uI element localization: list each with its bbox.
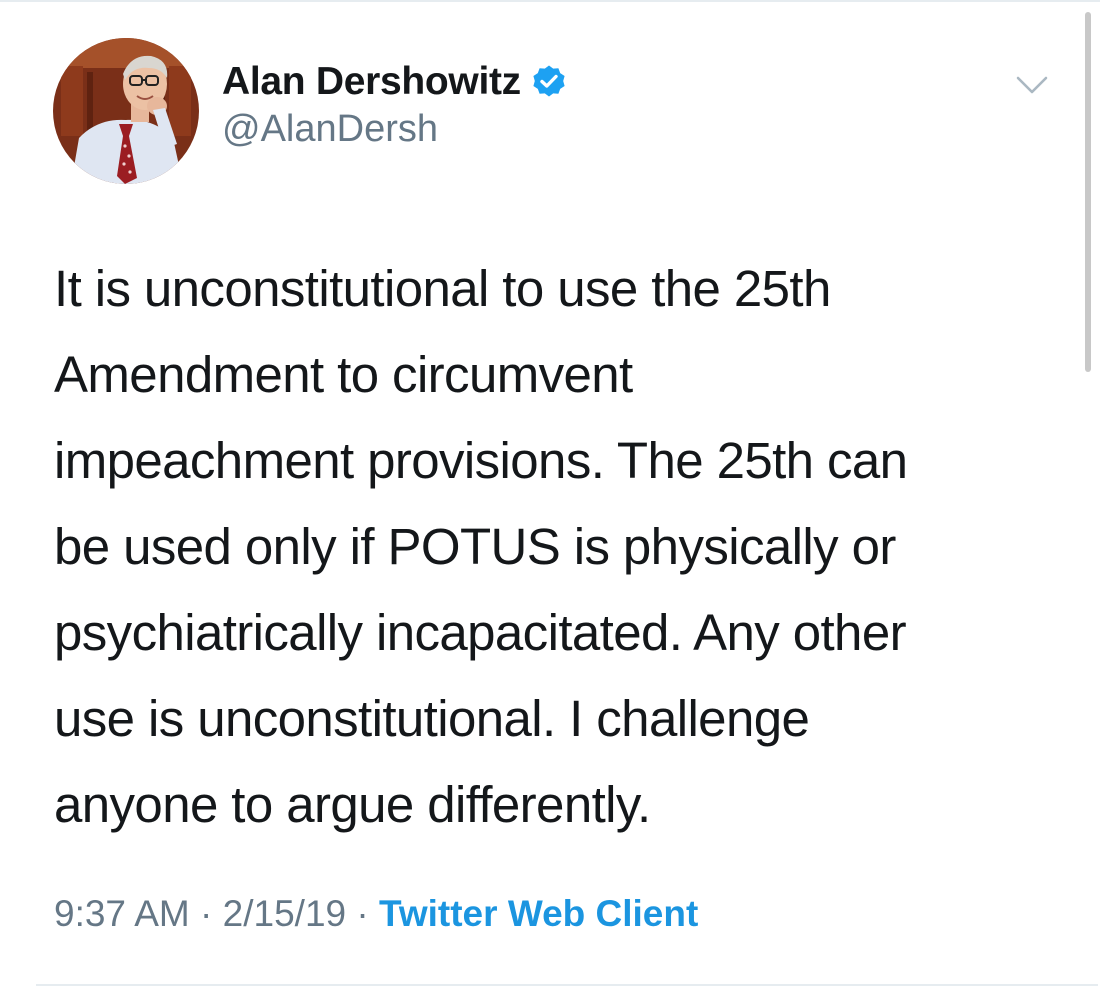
tweet-date[interactable]: 2/15/19 — [223, 893, 346, 934]
meta-separator: · — [189, 893, 223, 934]
scrollbar[interactable] — [1085, 12, 1091, 372]
chevron-down-icon[interactable] — [1012, 70, 1052, 100]
tweet-text-line: Amendment to circumvent — [54, 346, 633, 403]
tweet-text-line: psychiatrically incapacitated. Any other — [54, 604, 907, 661]
tweet-source-link[interactable]: Twitter Web Client — [379, 893, 698, 934]
author-display-name[interactable]: Alan Dershowitz — [222, 60, 521, 104]
meta-separator: · — [346, 893, 379, 934]
verified-badge-icon — [531, 64, 567, 100]
top-divider — [0, 0, 1100, 2]
tweet-text-line: impeachment provisions. The 25th can — [54, 432, 908, 489]
tweet-text-line: be used only if POTUS is physically or — [54, 518, 896, 575]
tweet-text-line: use is unconstitutional. I challenge — [54, 690, 810, 747]
author-name-row[interactable]: Alan Dershowitz — [222, 58, 567, 106]
tweet-text-line: It is unconstitutional to use the 25th — [54, 260, 831, 317]
author-handle[interactable]: @AlanDersh — [222, 108, 438, 151]
tweet-metadata: 9:37 AM · 2/15/19 · Twitter Web Client — [54, 893, 698, 935]
avatar[interactable] — [53, 38, 199, 184]
tweet-time[interactable]: 9:37 AM — [54, 893, 190, 934]
tweet-text: It is unconstitutional to use the 25th A… — [54, 246, 1064, 848]
tweet-text-line: anyone to argue differently. — [54, 776, 651, 833]
bottom-divider — [36, 984, 1098, 986]
